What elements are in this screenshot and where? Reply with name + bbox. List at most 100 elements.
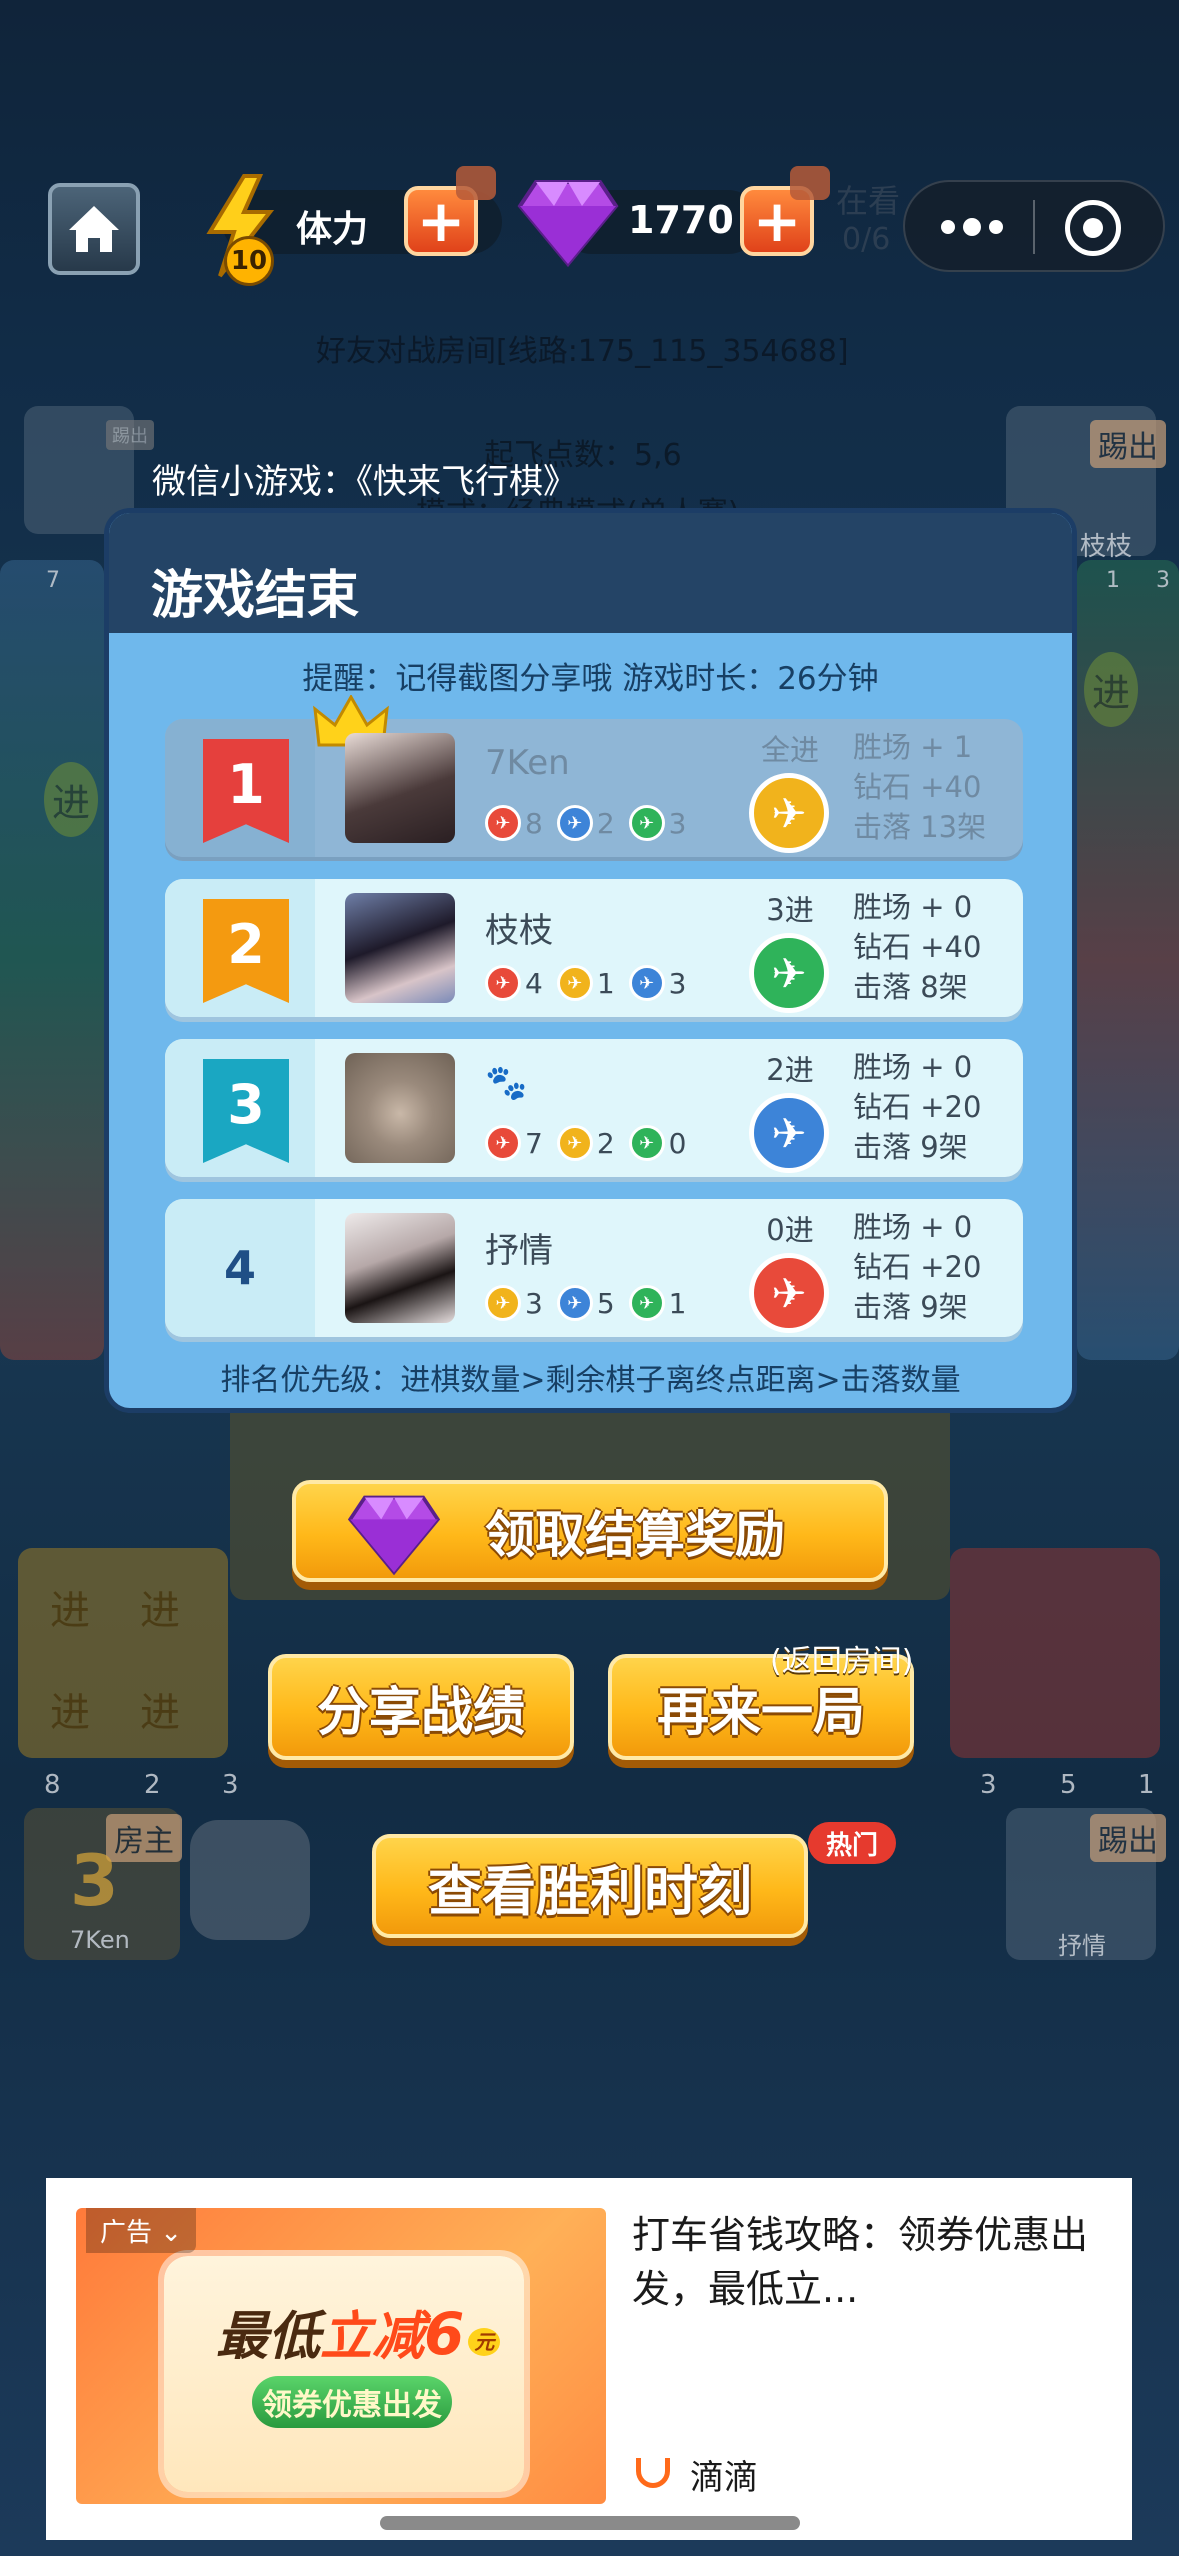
- ranking-priority-note: 排名优先级：进棋数量>剩余棋子离终点距离>击落数量: [220, 1363, 961, 1398]
- hot-badge: 热门: [808, 1822, 896, 1864]
- blue-count: 5: [596, 1286, 615, 1320]
- board-left-strip: [0, 560, 104, 1360]
- more-menu-button[interactable]: [941, 212, 1011, 242]
- ad-image[interactable]: 广告 ⌄ 最低立减6 元 领券优惠出发: [76, 2208, 606, 2504]
- close-miniprogram-button[interactable]: [1065, 200, 1121, 256]
- yellow-plane-icon: ✈: [556, 965, 593, 1001]
- red-count: 8: [525, 806, 543, 840]
- row-stats: 胜场 + 0 钻石 +20 击落 9架: [853, 1047, 981, 1167]
- right-count-3: 1: [1138, 1770, 1155, 1800]
- home-indicator[interactable]: [380, 2516, 800, 2530]
- yellow-count: 2: [596, 1126, 615, 1160]
- enter-cell-yellow-4: 进: [140, 1690, 180, 1736]
- mini-program-capsule: [903, 180, 1165, 272]
- row-stats: 胜场 + 0 钻石 +40 击落 8架: [853, 887, 981, 1007]
- red-plane-icon: ✈: [485, 965, 521, 1001]
- red-plane-icon: ✈: [485, 1125, 521, 1161]
- ad-headline-main: 立减: [320, 2307, 425, 2367]
- video-ad-icon: [456, 166, 496, 200]
- player-name: 🐾: [485, 1063, 528, 1103]
- blue-plane-icon: ✈: [628, 965, 665, 1001]
- coupon-graphic: [164, 2256, 524, 2492]
- diamond-reward: 钻石 +20: [853, 1250, 982, 1284]
- piece-counts: ✈ 7 ✈ 2 ✈ 0: [485, 1125, 686, 1161]
- reminder-text: 提醒：记得截图分享哦 游戏时长：26分钟: [302, 661, 879, 697]
- spectate-label: 在看: [836, 182, 901, 220]
- shot-down: 击落 8架: [853, 970, 968, 1004]
- blue-plane-icon: ✈: [556, 805, 593, 841]
- left-count-1: 8: [44, 1770, 61, 1800]
- green-count: 0: [668, 1126, 687, 1160]
- wechat-game-title: 微信小游戏：《快来飞行棋》: [152, 462, 577, 502]
- blue-plane-icon: ✈: [749, 1093, 829, 1173]
- wins: 胜场 + 0: [853, 1210, 973, 1244]
- diamond-icon: [517, 180, 619, 268]
- top-left-count: 7: [46, 568, 60, 593]
- ad-text[interactable]: 打车省钱攻略：领券优惠出发，最低立...: [632, 2208, 1102, 2316]
- claim-reward-label: 领取结算奖励: [485, 1506, 785, 1564]
- red-count: 7: [525, 1126, 543, 1160]
- rank-number: 4: [223, 1241, 256, 1295]
- play-again-label: 再来一局: [656, 1682, 865, 1743]
- ad-tag[interactable]: 广告 ⌄: [86, 2208, 197, 2253]
- board-right-strip: [1077, 560, 1179, 1360]
- spectate-count: 0/6: [842, 222, 891, 257]
- yellow-count: 1: [596, 966, 615, 1000]
- ad-banner[interactable]: 广告 ⌄ 最低立减6 元 领券优惠出发 打车省钱攻略：领券优惠出发，最低立... …: [46, 2178, 1132, 2540]
- left-count-2: 2: [144, 1770, 161, 1800]
- player-name: 抒情: [485, 1231, 553, 1271]
- dice: [190, 1820, 310, 1940]
- more-dots-icon: [941, 220, 955, 234]
- share-record-button[interactable]: 分享战绩: [268, 1654, 574, 1760]
- top-right-count-2: 3: [1156, 568, 1170, 593]
- ad-headline-unit: 元: [468, 2327, 501, 2356]
- green-plane-icon: ✈: [628, 1285, 665, 1321]
- ad-coupon-sub: 领券优惠出发: [252, 2376, 452, 2428]
- diamond-reward: 钻石 +40: [853, 770, 982, 804]
- kick-label-right-top[interactable]: 踢出: [1090, 420, 1166, 468]
- blue-count: 2: [596, 806, 615, 840]
- claim-reward-button[interactable]: 领取结算奖励: [292, 1480, 888, 1582]
- view-victory-label: 查看胜利时刻: [428, 1859, 752, 1923]
- home-icon: [69, 206, 119, 252]
- ad-headline-prefix: 最低: [216, 2307, 321, 2367]
- yellow-plane-icon: ✈: [556, 1125, 593, 1161]
- ad-headline-num: 6: [424, 2300, 465, 2368]
- stamina-level-badge: 10: [224, 236, 274, 286]
- result-row-3: 3 🐾 ✈ 7 ✈ 2 ✈ 0 2进 ✈ 胜场 + 0 钻石 +20 击落 9架: [165, 1039, 1023, 1177]
- blue-count: 3: [668, 966, 687, 1000]
- red-home-area: [950, 1548, 1160, 1758]
- player-name: 7Ken: [485, 743, 570, 783]
- stamina-label: 体力: [296, 209, 369, 250]
- piece-counts: ✈ 3 ✈ 5 ✈ 1: [485, 1285, 686, 1321]
- plus-icon: +: [416, 187, 466, 255]
- view-victory-button[interactable]: 查看胜利时刻: [372, 1834, 808, 1938]
- host-label: 房主: [106, 1814, 182, 1862]
- row-stats: 胜场 + 1 钻石 +40 击落 13架: [853, 727, 986, 847]
- green-plane-icon: ✈: [628, 1125, 665, 1161]
- yellow-plane-icon: ✈: [749, 773, 829, 853]
- avatar: [345, 1053, 455, 1163]
- yellow-home-area: [18, 1548, 228, 1758]
- home-button[interactable]: [48, 183, 140, 275]
- enter-cell-yellow-1: 进: [50, 1588, 90, 1634]
- wins: 胜场 + 0: [853, 1050, 973, 1084]
- entered-count: 2进: [766, 1053, 814, 1087]
- enter-cell-left: 进: [44, 762, 99, 837]
- player-name-right-top: 枝枝: [1080, 532, 1133, 562]
- red-plane-icon: ✈: [485, 805, 521, 841]
- dice-number: 3: [70, 1840, 119, 1922]
- diamond-count: 1770: [628, 198, 734, 242]
- green-count: 1: [668, 1286, 687, 1320]
- kick-label-left: 踢出: [106, 420, 154, 450]
- video-ad-icon: [790, 166, 830, 200]
- yellow-count: 3: [525, 1286, 543, 1320]
- green-plane-icon: ✈: [628, 805, 665, 841]
- result-row-1: 1 7Ken ✈ 8 ✈ 2 ✈ 3 全进 ✈ 胜场 + 1 钻石 +40 击落 13…: [165, 695, 1023, 857]
- blue-plane-icon: ✈: [556, 1285, 593, 1321]
- enter-cell-right: 进: [1084, 652, 1139, 727]
- green-plane-icon: ✈: [749, 933, 829, 1013]
- return-room-note: (返回房间): [770, 1644, 914, 1679]
- entered-count: 全进: [760, 733, 819, 767]
- kick-label-right-bottom[interactable]: 踢出: [1090, 1814, 1166, 1862]
